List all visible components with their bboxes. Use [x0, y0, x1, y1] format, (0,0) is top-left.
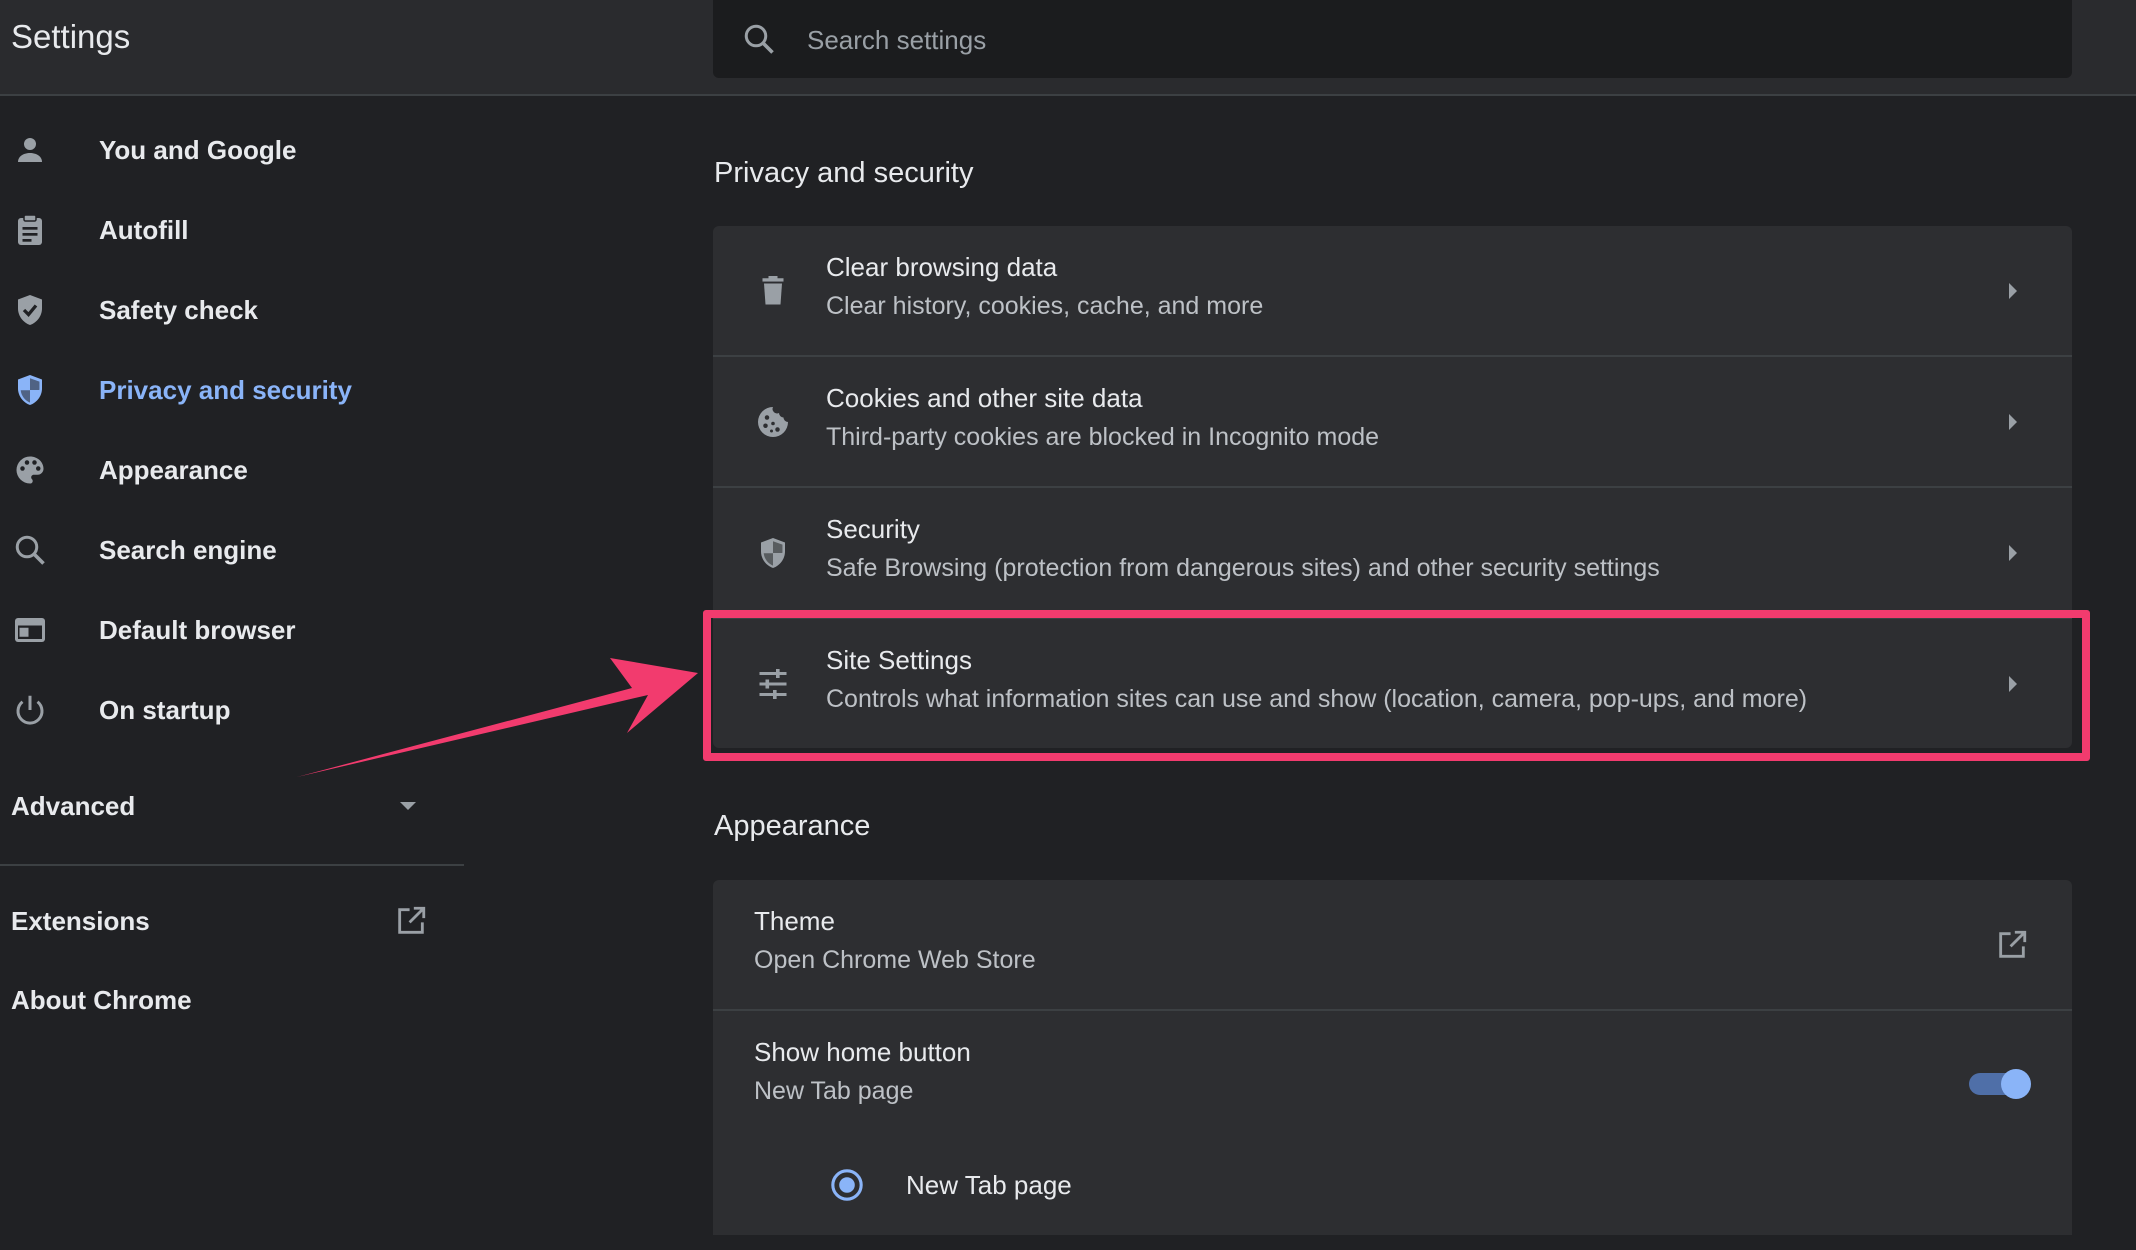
top-bar: Settings: [0, 0, 2136, 96]
person-icon: [18, 138, 42, 162]
chevron-down-icon: [400, 802, 416, 810]
privacy-section-title: Privacy and security: [714, 157, 974, 189]
row-subtitle: Controls what information sites can use …: [826, 685, 1808, 713]
row-subtitle: Open Chrome Web Store: [754, 946, 1036, 974]
sidebar-item-safety-check[interactable]: Safety check: [0, 270, 464, 350]
shield-check-icon: [18, 295, 42, 325]
privacy-card: Clear browsing data Clear history, cooki…: [713, 226, 2072, 748]
open-in-new-icon: [1999, 930, 2027, 958]
row-subtitle: Safe Browsing (protection from dangerous…: [826, 554, 1660, 582]
row-subtitle: New Tab page: [754, 1077, 914, 1105]
sidebar-item-label: Search engine: [99, 534, 277, 565]
sidebar-divider: [0, 864, 464, 866]
search-icon: [15, 535, 45, 565]
trash-icon: [762, 276, 784, 305]
sidebar-item-label: Appearance: [99, 454, 248, 485]
site-settings-row[interactable]: Site Settings Controls what information …: [713, 619, 2072, 748]
sidebar: You and Google Autofill Safety check Pri…: [0, 110, 464, 750]
appearance-section-title: Appearance: [714, 810, 871, 842]
open-in-new-icon: [398, 906, 426, 934]
row-subtitle: Third-party cookies are blocked in Incog…: [826, 423, 1380, 451]
new-tab-page-option: New Tab page: [713, 1140, 2072, 1250]
search-box[interactable]: [713, 0, 2072, 78]
row-title: Site Settings: [826, 645, 972, 675]
theme-row[interactable]: Theme Open Chrome Web Store: [713, 880, 2072, 1011]
row-title: Clear browsing data: [826, 252, 1058, 282]
security-shield-icon: [761, 538, 785, 568]
sidebar-item-label: On startup: [99, 694, 231, 725]
appearance-card: Theme Open Chrome Web Store Show home bu…: [713, 880, 2072, 1235]
clear-browsing-data-row[interactable]: Clear browsing data Clear history, cooki…: [713, 226, 2072, 357]
search-icon: [744, 24, 774, 54]
sidebar-item-appearance[interactable]: Appearance: [0, 430, 464, 510]
browser-icon: [15, 618, 45, 642]
sidebar-item-label: Safety check: [99, 294, 258, 325]
sidebar-item-search-engine[interactable]: Search engine: [0, 510, 464, 590]
chevron-right-icon: [2009, 283, 2017, 299]
row-subtitle: Clear history, cookies, cache, and more: [826, 292, 1264, 320]
sidebar-item-autofill[interactable]: Autofill: [0, 190, 464, 270]
row-title: Cookies and other site data: [826, 383, 1143, 413]
sidebar-item-label: You and Google: [99, 134, 297, 165]
radio-button-selected[interactable]: [830, 1168, 864, 1202]
show-home-button-row: Show home button New Tab page: [713, 1011, 2072, 1140]
radio-label: New Tab page: [906, 1170, 1072, 1200]
power-icon: [16, 695, 44, 725]
toggle-knob: [2001, 1069, 2031, 1099]
advanced-label: Advanced: [11, 791, 136, 821]
home-button-toggle[interactable]: [1969, 1069, 2033, 1099]
palette-icon: [16, 456, 44, 484]
sidebar-item-label: Default browser: [99, 614, 296, 645]
chevron-right-icon: [2009, 545, 2017, 561]
extensions-link[interactable]: Extensions: [0, 897, 440, 947]
cookies-row[interactable]: Cookies and other site data Third-party …: [713, 357, 2072, 488]
tune-icon: [759, 669, 787, 699]
extensions-label: Extensions: [11, 906, 150, 936]
chevron-right-icon: [2009, 676, 2017, 692]
advanced-toggle[interactable]: Advanced: [0, 777, 440, 837]
row-title: Theme: [754, 906, 835, 936]
sidebar-item-label: Privacy and security: [99, 374, 352, 405]
shield-icon: [18, 375, 42, 405]
sidebar-item-you-and-google[interactable]: You and Google: [0, 110, 464, 190]
sidebar-item-privacy-and-security[interactable]: Privacy and security: [0, 350, 464, 430]
clipboard-icon: [18, 214, 42, 245]
search-input[interactable]: [805, 16, 2009, 64]
cookie-icon: [758, 407, 788, 437]
chevron-right-icon: [2009, 414, 2017, 430]
about-chrome-link[interactable]: About Chrome: [11, 985, 192, 1016]
sidebar-item-default-browser[interactable]: Default browser: [0, 590, 464, 670]
security-row[interactable]: Security Safe Browsing (protection from …: [713, 488, 2072, 619]
page-title: Settings: [11, 18, 131, 55]
sidebar-item-on-startup[interactable]: On startup: [0, 670, 464, 750]
row-title: Show home button: [754, 1037, 971, 1067]
sidebar-item-label: Autofill: [99, 214, 189, 245]
row-title: Security: [826, 514, 920, 544]
